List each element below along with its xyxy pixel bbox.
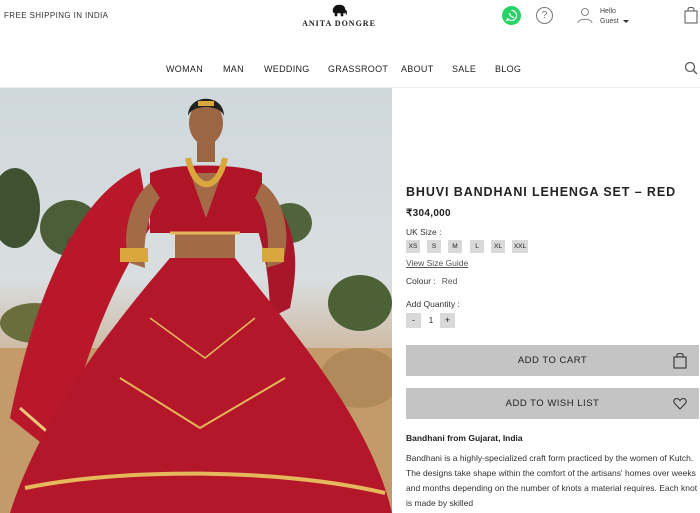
main-navigation: WOMAN MAN WEDDING GRASSROOT ABOUT SALE B… — [0, 58, 700, 82]
quantity-value[interactable]: 1 — [425, 313, 437, 328]
nav-item-grassroot[interactable]: GRASSROOT — [328, 64, 388, 74]
hello-text: Hello — [600, 8, 616, 15]
brand-elephant-icon — [332, 4, 347, 17]
size-option-xxl[interactable]: XXL — [512, 240, 528, 253]
nav-item-woman[interactable]: WOMAN — [166, 64, 203, 74]
colour-value: Red — [441, 276, 458, 286]
size-option-s[interactable]: S — [427, 240, 441, 253]
whatsapp-icon[interactable] — [502, 6, 521, 25]
add-to-wishlist-button[interactable]: ADD TO WISH LIST — [406, 388, 699, 419]
account-greeting[interactable]: Hello Guest — [600, 7, 629, 27]
search-icon[interactable] — [684, 61, 698, 75]
size-option-xs[interactable]: XS — [406, 240, 420, 253]
nav-item-blog[interactable]: BLOG — [495, 64, 521, 74]
add-to-cart-label: ADD TO CART — [517, 355, 588, 366]
colour-label: Colour : — [406, 276, 436, 286]
product-details: BHUVI BANDHANI LEHENGA SET – RED ₹304,00… — [406, 88, 700, 513]
top-bar: FREE SHIPPING IN INDIA ANITA DONGRE ? He… — [0, 0, 700, 36]
size-option-l[interactable]: L — [470, 240, 484, 253]
colour-row: Colour : Red — [406, 276, 457, 286]
quantity-label: Add Quantity : — [406, 299, 460, 309]
chevron-down-icon — [622, 19, 629, 23]
heart-icon — [673, 397, 687, 410]
size-option-xl[interactable]: XL — [491, 240, 505, 253]
guest-text: Guest — [600, 18, 619, 25]
user-icon[interactable] — [576, 6, 594, 24]
lehenga-model-illustration — [0, 98, 392, 513]
product-price: ₹304,000 — [406, 208, 451, 219]
help-icon[interactable]: ? — [536, 7, 553, 24]
shopping-bag-icon[interactable] — [684, 6, 698, 24]
nav-item-sale[interactable]: SALE — [452, 64, 476, 74]
product-description: Bandhani is a highly-specialized craft f… — [406, 453, 698, 508]
size-label: UK Size : — [406, 227, 442, 237]
nav-item-wedding[interactable]: WEDDING — [264, 64, 310, 74]
product-title: BHUVI BANDHANI LEHENGA SET – RED — [406, 185, 677, 199]
cart-bag-icon — [673, 352, 687, 369]
add-to-cart-button[interactable]: ADD TO CART — [406, 345, 699, 376]
nav-item-man[interactable]: MAN — [223, 64, 244, 74]
description-heading: Bandhani from Gujarat, India — [406, 433, 523, 443]
nav-item-about[interactable]: ABOUT — [401, 64, 434, 74]
product-image[interactable] — [0, 88, 392, 513]
add-to-wishlist-label: ADD TO WISH LIST — [505, 398, 600, 409]
free-shipping-text: FREE SHIPPING IN INDIA — [4, 11, 109, 20]
view-size-guide-link[interactable]: View Size Guide — [406, 258, 468, 268]
size-option-m[interactable]: M — [448, 240, 462, 253]
brand-logo[interactable]: ANITA DONGRE — [300, 4, 378, 28]
brand-name: ANITA DONGRE — [302, 19, 376, 28]
quantity-increase-button[interactable]: + — [440, 313, 455, 328]
quantity-decrease-button[interactable]: - — [406, 313, 421, 328]
